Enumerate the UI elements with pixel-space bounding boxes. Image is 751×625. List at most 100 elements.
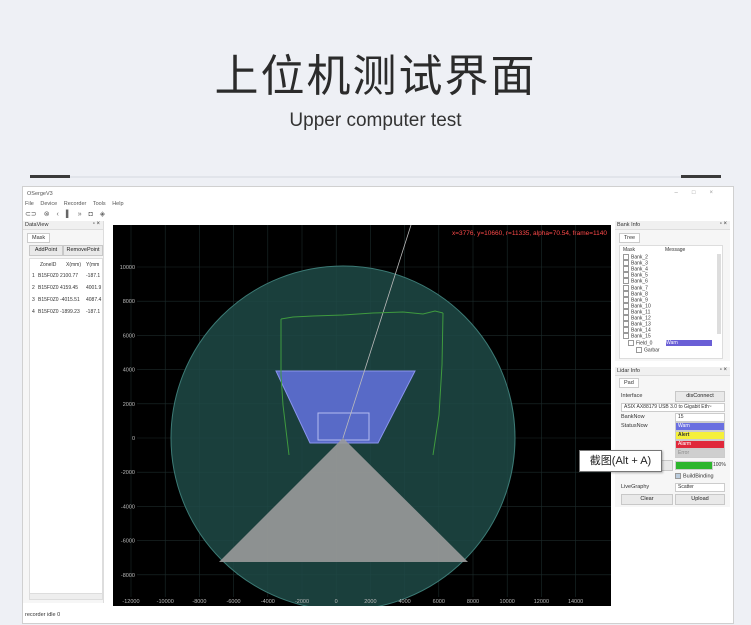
y-tick-label: -6000 [121,539,135,545]
menu-help[interactable]: Help [112,201,123,207]
tab-pad[interactable]: Pad [619,378,639,388]
page-heading: 上位机测试界面 [214,51,537,102]
row-number: 3 [32,297,35,303]
lidar-plot[interactable]: 10000 8000 6000 4000 2000 0 -2000 -4000 -6000 -80… [113,225,611,606]
row-x: -4015.51 [60,297,80,303]
checkbox[interactable] [623,296,629,303]
checkbox[interactable] [623,302,629,309]
upload-button[interactable]: Upload [675,494,725,505]
close-icon[interactable]: × [709,190,727,196]
y-axis-ticks: 10000 8000 6000 4000 2000 0 -2000 -4000 -6000 -80… [120,265,135,579]
remove-point-button[interactable]: RemovePoint [63,245,103,256]
row-number: 1 [32,273,35,279]
settings-icon[interactable]: ◈ [100,211,105,218]
livegraphy-label: LiveGraphy [621,484,650,490]
divider-accent-right [681,175,721,178]
prev-icon[interactable]: ‹ [57,211,59,218]
buildbinding-checkbox[interactable]: BuildBinding [675,473,714,479]
x-tick-label: 8000 [467,599,479,605]
checkbox[interactable] [623,333,629,340]
panel-close-icon[interactable]: ▫ × [93,221,100,227]
field-message: Warn [666,340,712,346]
checkbox[interactable] [623,321,629,328]
disconnect-icon[interactable]: ⊗ [44,211,50,218]
plot-canvas[interactable]: 10000 8000 6000 4000 2000 0 -2000 -4000 -6000 -80… [113,225,611,606]
checkbox[interactable] [623,278,629,285]
status-warn: Warn [675,422,725,431]
interface-select[interactable]: ASIX AX88179 USB 3.0 to Gigabit Eth~ [621,403,725,412]
record-icon[interactable]: ◘ [89,211,93,218]
row-y: 4001.9 [86,285,102,291]
maximize-icon[interactable]: □ [692,190,710,196]
x-tick-label: 14000 [568,599,583,605]
bank-label: Bank_15 [631,333,651,340]
checkbox[interactable] [623,254,629,260]
bank-info-panel: Bank Info ▫ × Tree Mask Message Bank_2 Ba… [615,221,730,361]
panel-close-icon[interactable]: ▫ × [720,221,727,227]
dataview-title-bar: DataView ▫ × [23,221,103,230]
pause-icon[interactable]: ▌ [66,211,71,218]
tab-mask[interactable]: Mask [27,233,51,243]
toolbar: ⊂⊃ ⊗ ‹ ▌ » ◘ ◈ [25,210,110,220]
checkbox[interactable] [623,315,629,321]
checkbox[interactable] [623,284,629,291]
menu-bar: File Device Recorder Tools Help [25,201,129,209]
window-controls[interactable]: –□× [675,190,727,196]
minimize-icon[interactable]: – [675,190,692,196]
x-tick-label: 0 [335,599,338,605]
disconnect-button[interactable]: disConnect [675,391,725,402]
livegraphy-select[interactable]: Scatter [675,483,725,492]
panel-close-icon[interactable]: ▫ × [720,367,727,373]
clear-button[interactable]: Clear [621,494,673,505]
vertical-scrollbar[interactable] [717,254,721,334]
tree-item-field[interactable]: Field_0 [628,340,652,346]
row-x: -1899.23 [60,309,80,315]
bank-info-title: Bank Info [617,222,641,228]
checkbox[interactable] [623,290,629,297]
tab-tree[interactable]: Tree [619,233,641,243]
horizontal-scrollbar[interactable] [30,593,102,599]
checkbox[interactable] [623,308,629,315]
connect-icon[interactable]: ⊂⊃ [25,211,37,218]
menu-device[interactable]: Device [40,201,57,207]
statusnow-label: StatusNow [621,423,648,429]
y-tick-label: 2000 [123,402,135,408]
checkbox[interactable] [623,327,629,334]
banknow-stepper[interactable]: 15 [675,413,725,422]
interface-label: Interface [621,393,643,399]
checkbox[interactable] [675,473,681,479]
x-tick-label: 6000 [433,599,445,605]
column-header-x: X(mm) [66,262,81,268]
checkbox[interactable] [628,340,634,346]
lidar-info-title-bar: Lidar Info ▫ × [615,367,730,376]
dataview-title: DataView [25,222,49,228]
x-tick-label: 4000 [398,599,410,605]
forward-icon[interactable]: » [78,211,82,218]
row-x: 4159.45 [60,285,79,291]
menu-file[interactable]: File [25,201,34,207]
x-tick-label: 10000 [500,599,515,605]
row-number: 4 [32,309,35,315]
y-tick-label: 10000 [120,265,135,271]
tree-item-bank[interactable]: Bank_15 [623,333,651,340]
field-label: Field_0 [636,340,653,347]
checkbox[interactable] [623,260,629,267]
checkbox[interactable] [623,266,629,273]
add-point-button[interactable]: AddPoint [29,245,63,256]
status-bar: recorder idle 0 [23,611,733,621]
checkbox[interactable] [636,347,642,353]
row-zone: B15F0Z0 [38,273,59,279]
menu-tools[interactable]: Tools [93,201,106,207]
y-tick-label: -2000 [121,470,135,476]
screenshot-tooltip: 截图(Alt + A) [579,450,662,472]
tree-item-sub[interactable]: Garbar [636,347,660,353]
status-error: Error [675,449,725,458]
checkbox[interactable] [623,272,629,279]
column-header-y: Y(mm [86,262,100,268]
sub-label: Garbar [644,347,660,354]
menu-recorder[interactable]: Recorder [64,201,87,207]
x-tick-label: 12000 [534,599,549,605]
page-subtitle: Upper computer test [289,110,462,131]
x-tick-label: 2000 [364,599,376,605]
dataview-panel: DataView ▫ × Mask AddPoint RemovePoint Z… [23,221,104,603]
